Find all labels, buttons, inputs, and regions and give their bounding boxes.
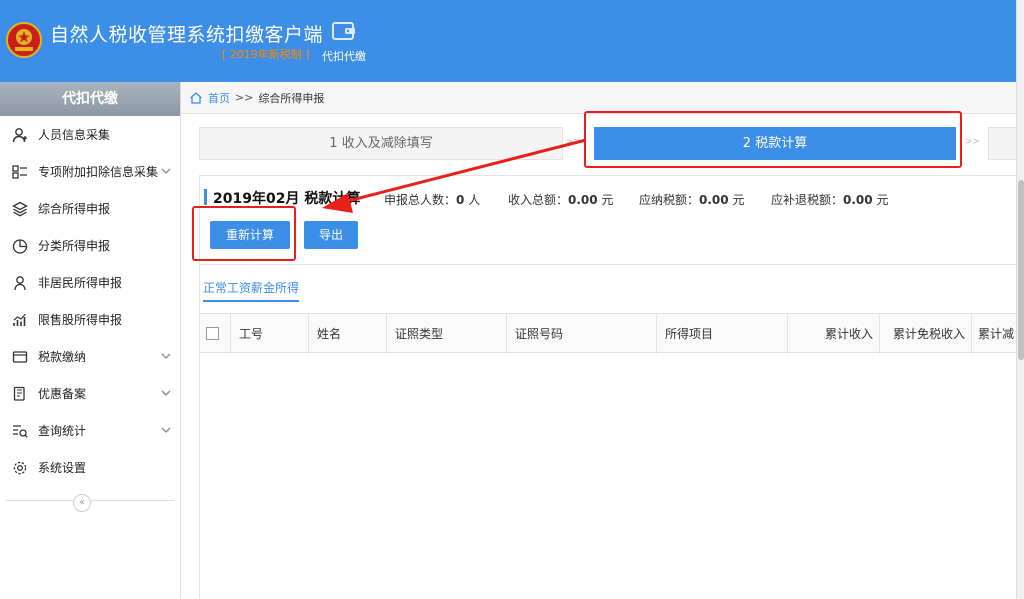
column-header[interactable]: 累计免税收入 xyxy=(879,314,971,354)
breadcrumb-separator: >> xyxy=(235,91,254,104)
step-next[interactable] xyxy=(988,127,1016,160)
sidebar-item-restricted-stock[interactable]: 限售股所得申报 xyxy=(0,301,180,338)
tab-regular-salary[interactable]: 正常工资薪金所得 xyxy=(203,279,300,302)
sidebar-item-label: 专项附加扣除信息采集 xyxy=(38,165,159,179)
breadcrumb-home-link[interactable]: 首页 xyxy=(208,90,230,106)
nav-tab-label: 代扣代缴 xyxy=(322,50,366,63)
column-header[interactable]: 证照类型 xyxy=(386,314,506,354)
step-separator: >> xyxy=(566,137,582,147)
gear-icon xyxy=(13,461,27,474)
scrollbar-thumb[interactable] xyxy=(1018,180,1024,360)
sidebar-item-label: 综合所得申报 xyxy=(38,202,111,216)
tax-emblem-icon xyxy=(6,22,42,58)
chevron-down-icon xyxy=(161,168,171,174)
bar-chart-icon xyxy=(13,313,26,326)
highlight-box-step xyxy=(584,111,962,168)
select-all-checkbox[interactable] xyxy=(206,327,219,340)
summary-label: 应补退税额： xyxy=(771,193,844,207)
sidebar-item-classified[interactable]: 分类所得申报 xyxy=(0,227,180,264)
chevron-down-icon xyxy=(161,390,171,396)
summary-value: 0.00 xyxy=(699,193,729,207)
summary-label: 应纳税额： xyxy=(639,193,700,207)
sidebar-item-label: 非居民所得申报 xyxy=(38,276,123,290)
summary-label: 申报总人数： xyxy=(384,193,457,207)
step-separator: >> xyxy=(965,137,981,147)
app-title: 自然人税收管理系统扣缴客户端 xyxy=(50,24,324,46)
sidebar-item-preferential-filing[interactable]: 优惠备案 xyxy=(0,375,180,412)
export-button[interactable]: 导出 xyxy=(304,221,358,249)
list-icon xyxy=(12,164,27,179)
summary-value: 0.00 xyxy=(568,193,598,207)
content-divider xyxy=(199,264,1016,265)
summary-tax-payable: 应纳税额：0.00 元 xyxy=(639,191,744,208)
summary-value: 0.00 xyxy=(843,193,873,207)
summary-unit: 人 xyxy=(464,193,481,207)
sidebar-item-label: 分类所得申报 xyxy=(38,239,111,253)
layers-icon xyxy=(12,201,28,216)
wallet-icon xyxy=(12,350,28,363)
sidebar-item-nonresident[interactable]: 非居民所得申报 xyxy=(0,264,180,301)
sidebar-item-label: 查询统计 xyxy=(38,424,87,438)
summary-unit: 元 xyxy=(872,193,889,207)
sidebar-item-tax-payment[interactable]: 税款缴纳 xyxy=(0,338,180,375)
home-icon xyxy=(190,91,202,104)
column-header[interactable]: 姓名 xyxy=(308,314,388,354)
summary-refund: 应补退税额：0.00 元 xyxy=(771,191,888,208)
period-marker xyxy=(204,189,207,205)
sidebar-item-query-stats[interactable]: 查询统计 xyxy=(0,412,180,449)
page-scrollbar[interactable] xyxy=(1016,0,1024,599)
column-header[interactable]: 所得项目 xyxy=(656,314,787,354)
table-header: 工号 姓名 证照类型 证照号码 所得项目 累计收入 累计免税收入 累计减 xyxy=(200,313,1016,354)
sidebar-item-label: 限售股所得申报 xyxy=(38,313,123,327)
pie-chart-icon xyxy=(12,238,28,254)
document-icon xyxy=(13,386,25,401)
step-income-deduction[interactable]: 1 收入及减除填写 xyxy=(199,127,563,160)
breadcrumb-current: 综合所得申报 xyxy=(258,91,325,105)
chevron-down-icon xyxy=(161,427,171,433)
app-header: 自然人税收管理系统扣缴客户端 [ 2019年新税制 ] 代扣代缴 xyxy=(0,0,1016,82)
summary-label: 收入总额： xyxy=(508,193,569,207)
highlight-box-recalc xyxy=(192,206,296,261)
sidebar: 代扣代缴 人员信息采集 专项附加扣除信息采集 综合所得申报 分类所得申报 非居民… xyxy=(0,82,181,599)
nav-tab-withholding[interactable]: 代扣代缴 xyxy=(314,20,374,78)
summary-unit: 元 xyxy=(728,193,745,207)
sidebar-collapse-button[interactable]: « xyxy=(73,494,91,512)
column-header[interactable]: 证照号码 xyxy=(506,314,656,354)
sidebar-item-comprehensive[interactable]: 综合所得申报 xyxy=(0,190,180,227)
column-header[interactable]: 累计收入 xyxy=(787,314,879,354)
sidebar-item-label: 优惠备案 xyxy=(38,387,87,401)
search-list-icon xyxy=(13,424,28,438)
user-icon xyxy=(12,127,27,142)
sidebar-item-settings[interactable]: 系统设置 xyxy=(0,449,180,486)
summary-count: 申报总人数：0 人 xyxy=(384,191,480,208)
summary-unit: 元 xyxy=(597,193,614,207)
period-title: 2019年02月 税款计算 xyxy=(213,191,361,207)
app-version: [ 2019年新税制 ] xyxy=(222,48,310,61)
chevron-down-icon xyxy=(161,353,171,359)
sidebar-item-label: 税款缴纳 xyxy=(38,350,87,364)
person-icon xyxy=(14,275,26,290)
column-header[interactable]: 累计减 xyxy=(971,314,1016,354)
sidebar-title: 代扣代缴 xyxy=(0,82,180,116)
breadcrumb: 首页 >> 综合所得申报 xyxy=(181,82,1016,114)
summary-income: 收入总额：0.00 元 xyxy=(508,191,613,208)
sidebar-item-special-deduction[interactable]: 专项附加扣除信息采集 xyxy=(0,153,180,190)
wallet-icon xyxy=(332,22,355,40)
sidebar-item-label: 人员信息采集 xyxy=(38,128,111,142)
sidebar-item-personnel[interactable]: 人员信息采集 xyxy=(0,116,180,153)
column-header[interactable]: 工号 xyxy=(230,314,310,354)
sidebar-item-label: 系统设置 xyxy=(38,461,87,475)
